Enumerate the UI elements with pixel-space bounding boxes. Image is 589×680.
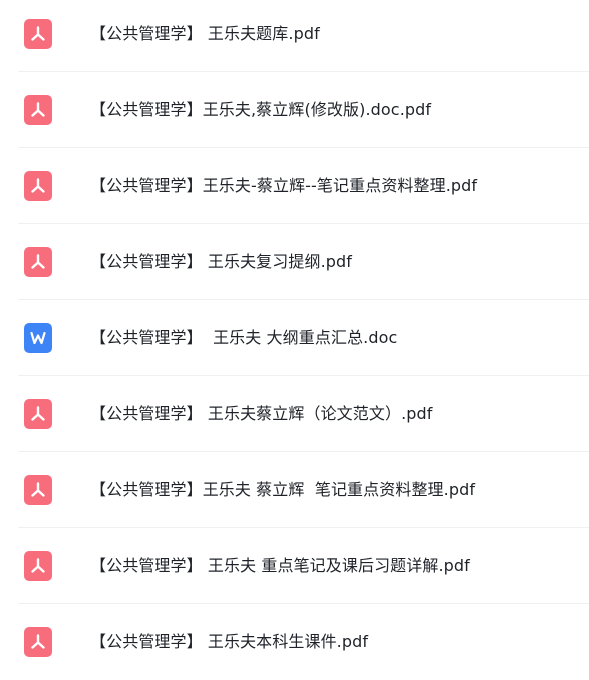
pdf-icon: [24, 550, 52, 581]
file-row[interactable]: 【公共管理学】 王乐夫本科生课件.pdf: [18, 604, 589, 680]
file-name: 【公共管理学】王乐夫-蔡立辉--笔记重点资料整理.pdf: [90, 175, 478, 195]
file-name: 【公共管理学】王乐夫 蔡立辉 笔记重点资料整理.pdf: [90, 479, 476, 499]
pdf-icon: [24, 170, 52, 201]
file-name: 【公共管理学】 王乐夫题库.pdf: [90, 23, 320, 43]
pdf-icon: [24, 627, 52, 657]
file-row[interactable]: 【公共管理学】 王乐夫题库.pdf: [18, 0, 589, 72]
file-name: 【公共管理学】 王乐夫蔡立辉（论文范文）.pdf: [90, 403, 433, 423]
file-row[interactable]: 【公共管理学】王乐夫,蔡立辉(修改版).doc.pdf: [18, 72, 589, 148]
file-name: 【公共管理学】 王乐夫复习提纲.pdf: [90, 251, 353, 271]
file-name: 【公共管理学】 王乐夫本科生课件.pdf: [90, 632, 369, 651]
word-icon-glyph: [30, 331, 46, 344]
file-row[interactable]: 【公共管理学】王乐夫 蔡立辉 笔记重点资料整理.pdf: [18, 452, 589, 528]
file-row[interactable]: 【公共管理学】 王乐夫 大纲重点汇总.doc: [18, 300, 589, 376]
pdf-icon-glyph: [31, 405, 45, 421]
word-icon: [24, 322, 52, 353]
pdf-icon: [24, 18, 52, 49]
file-row[interactable]: 【公共管理学】 王乐夫蔡立辉（论文范文）.pdf: [18, 376, 589, 452]
pdf-icon-glyph: [31, 634, 45, 649]
pdf-icon-glyph: [31, 25, 45, 41]
pdf-icon-glyph: [31, 101, 45, 117]
file-list: 【公共管理学】 王乐夫题库.pdf 【公共管理学】王乐夫,蔡立辉(修改版).do…: [0, 0, 589, 678]
pdf-icon: [24, 94, 52, 125]
pdf-icon-glyph: [31, 557, 45, 573]
pdf-icon-glyph: [31, 177, 45, 193]
pdf-icon: [24, 398, 52, 429]
file-name: 【公共管理学】王乐夫,蔡立辉(修改版).doc.pdf: [90, 99, 432, 119]
pdf-icon: [24, 474, 52, 505]
pdf-icon-glyph: [31, 253, 45, 269]
pdf-icon-glyph: [31, 481, 45, 497]
file-row[interactable]: 【公共管理学】 王乐夫 重点笔记及课后习题详解.pdf: [18, 528, 589, 604]
file-row[interactable]: 【公共管理学】 王乐夫复习提纲.pdf: [18, 224, 589, 300]
pdf-icon: [24, 246, 52, 277]
file-name: 【公共管理学】 王乐夫 大纲重点汇总.doc: [90, 327, 398, 347]
file-name: 【公共管理学】 王乐夫 重点笔记及课后习题详解.pdf: [90, 555, 470, 575]
file-row[interactable]: 【公共管理学】王乐夫-蔡立辉--笔记重点资料整理.pdf: [18, 148, 589, 224]
